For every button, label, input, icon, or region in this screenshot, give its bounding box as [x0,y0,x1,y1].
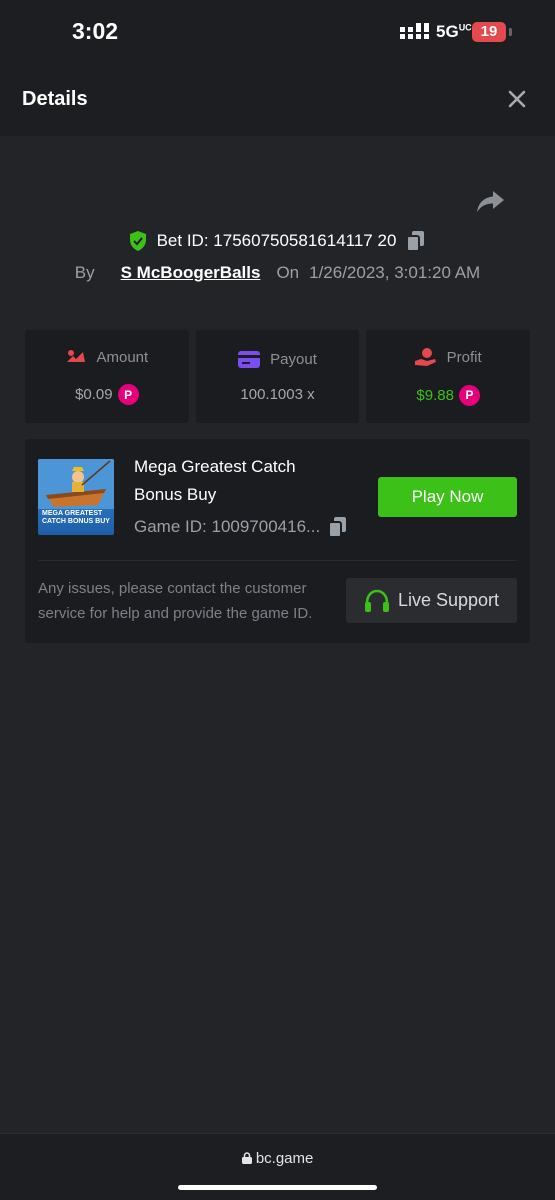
status-time: 3:02 [72,18,119,44]
details-header: Details [0,62,555,136]
game-name: Mega Greatest Catch Bonus Buy [134,457,296,504]
url-text: bc.game [255,1150,314,1167]
bet-id-text: Bet ID: 17560750581614117 20 [156,231,397,250]
profit-stat: Profit $9.88 P [366,330,531,423]
fisherman-boat-image [38,459,114,509]
game-card: MEGA GREATEST CATCH BONUS BUY Mega Great… [25,439,530,643]
status-bar: 3:02 5GUC 19 [0,0,555,62]
payout-label: Payout [270,350,317,368]
polkadot-coin-icon: P [117,384,139,405]
bet-datetime: 1/26/2023, 3:01:20 AM [309,263,481,282]
help-text: Any issues, please contact the customer … [38,580,313,622]
signal-icon [400,23,429,39]
close-icon[interactable] [505,87,529,111]
bet-stats: Amount $0.09 P Payout 100.1003 x Profit [25,330,531,423]
url-bar[interactable]: bc.game [0,1150,555,1167]
battery-cap [509,28,512,36]
profit-label: Profit [446,348,482,366]
username-link[interactable]: S McBoogerBalls [121,263,261,283]
page-title: Details [22,88,88,110]
battery-icon: 19 [472,22,506,42]
on-label: On [276,263,300,282]
verified-shield-icon [129,231,146,251]
profit-value: $9.88 [416,386,454,404]
lock-icon [241,1152,252,1164]
network-type: 5GUC [436,22,472,41]
amount-value: $0.09 [75,386,113,403]
thumbnail-title: MEGA GREATEST CATCH BONUS BUY [42,510,110,525]
copy-bet-id-icon[interactable] [406,230,426,252]
amount-stat: Amount $0.09 P [25,330,189,423]
polkadot-coin-icon: P [458,384,480,406]
amount-label: Amount [96,348,149,366]
game-id-text: Game ID: 1009700416... [134,517,321,536]
payout-stat: Payout 100.1003 x [195,330,360,423]
payout-value: 100.1003 x [240,385,315,403]
profit-hand-icon [414,347,436,366]
bet-author-row: By S McBoogerBalls On 1/26/2023, 3:01:20… [0,261,555,285]
by-label: By [74,263,95,282]
game-thumbnail[interactable]: MEGA GREATEST CATCH BONUS BUY [38,459,114,535]
headset-icon [364,589,389,612]
bet-id-row: Bet ID: 17560750581614117 20 [0,228,555,254]
copy-game-id-icon[interactable] [328,516,348,538]
divider [38,560,517,561]
share-icon[interactable] [474,186,506,216]
browser-bottom-bar: bc.game [0,1133,555,1200]
home-indicator[interactable] [178,1185,377,1190]
live-support-label: Live Support [397,590,500,610]
play-now-button[interactable]: Play Now [378,477,517,517]
live-support-button[interactable]: Live Support [346,578,517,623]
amount-icon [67,350,86,362]
payout-card-icon [238,350,261,368]
game-id-row: Game ID: 1009700416... [134,516,348,538]
